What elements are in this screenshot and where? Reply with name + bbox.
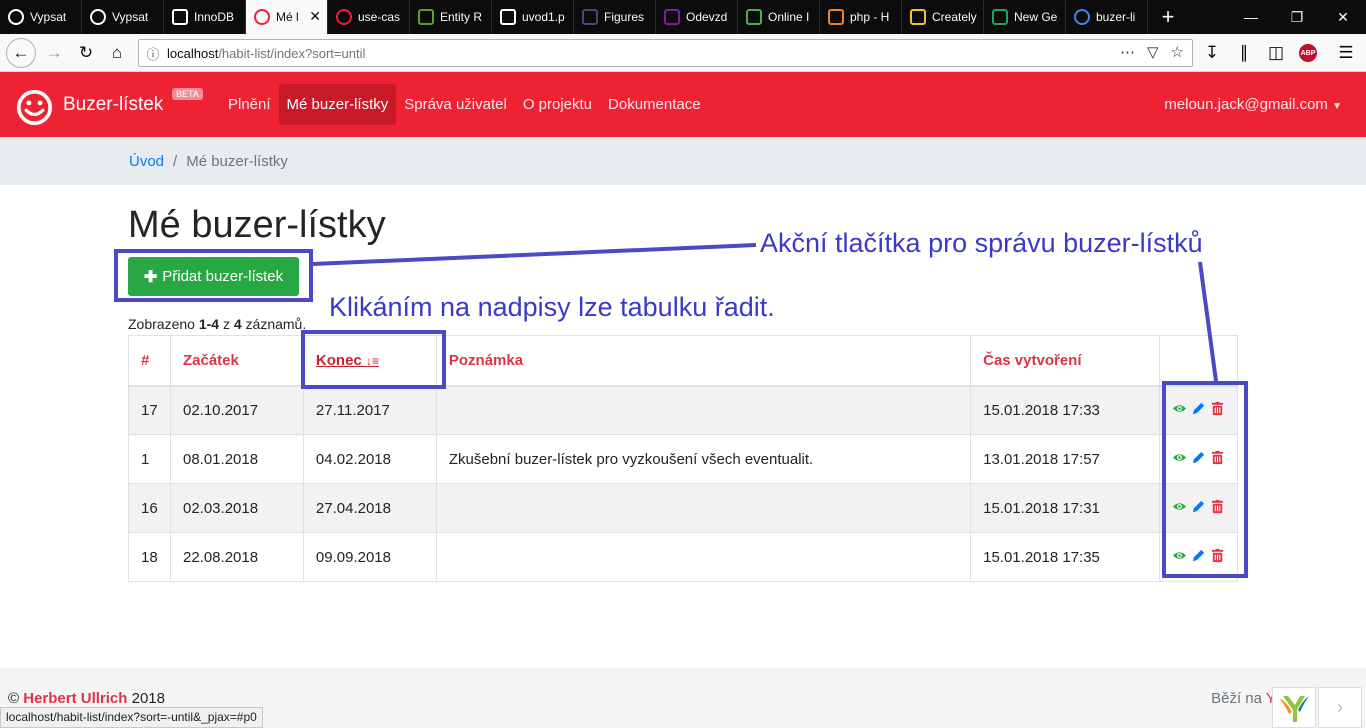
annotation-lines — [312, 243, 1218, 382]
copyright: © Herbert Ullrich 2018 — [8, 690, 165, 707]
yii-debug-logo-icon[interactable] — [1272, 687, 1316, 728]
browser-status-bar: localhost/habit-list/index?sort=-until&_… — [0, 707, 263, 728]
annotation-sort-note: Klikáním na nadpisy lze tabulku řadit. — [329, 292, 775, 322]
debug-toggle-chevron-icon[interactable]: › — [1318, 687, 1362, 728]
annotation-actions-note: Akční tlačítka pro správu buzer-lístků — [760, 228, 1203, 258]
